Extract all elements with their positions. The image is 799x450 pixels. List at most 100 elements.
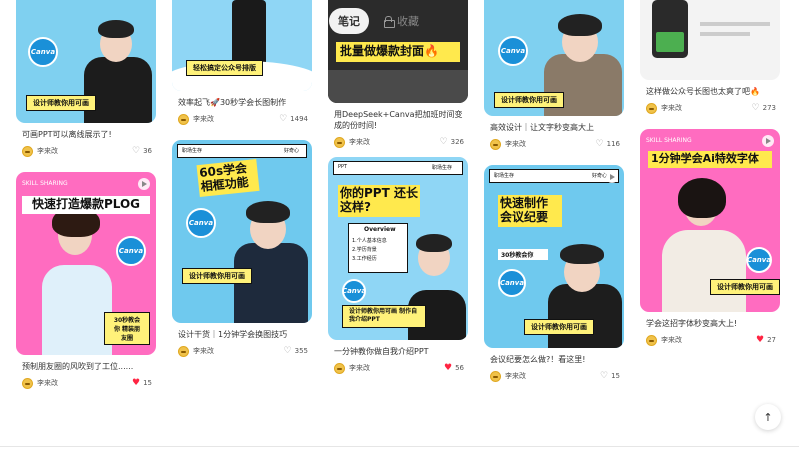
feed-column-5: 这样做公众号长图也太爽了吧🔥 李来改 ♡ 273 SKILL SHARING 1分… xyxy=(640,0,780,355)
lock-icon xyxy=(384,16,395,28)
heart-icon: ♥ xyxy=(132,377,141,388)
avatar xyxy=(646,102,657,114)
like-count: 1494 xyxy=(290,115,308,123)
cover-headline: 快速制作 会议纪要 xyxy=(498,195,562,227)
note-cover[interactable] xyxy=(640,0,780,80)
note-card[interactable]: SKILL SHARING 快速打造爆款PLOG Canva 30秒教会你 精装… xyxy=(16,172,156,390)
canva-logo-icon: Canva xyxy=(498,36,528,66)
author-link[interactable]: 李来改 xyxy=(490,370,526,382)
note-card[interactable]: Canva 设计师教你用可画 可画PPT可以离线展示了! 李来改 ♡ 36 xyxy=(16,0,156,158)
note-meta: 李来改 ♡ 1494 xyxy=(172,112,312,126)
note-title[interactable]: 设计干货｜1分钟学会换图技巧 xyxy=(178,329,310,340)
note-cover[interactable]: 职场生存 好奇心 60s学会 相框功能 Canva 设计师教你用可画 xyxy=(172,140,312,323)
note-card[interactable]: 职场生存 好奇心 60s学会 相框功能 Canva 设计师教你用可画 设计干货｜… xyxy=(172,140,312,358)
avatar xyxy=(646,334,657,346)
tab-favorites-label: 收藏 xyxy=(397,15,419,28)
note-cover[interactable]: PPT 职场生存 你的PPT 还长这样? Overview 1.个人基本信息 2… xyxy=(328,157,468,340)
note-card[interactable]: SKILL SHARING 1分钟学会Ai特效字体 Canva 设计师教你用可画… xyxy=(640,129,780,347)
canva-logo-icon: Canva xyxy=(28,37,58,67)
author-link[interactable]: 李来改 xyxy=(490,138,526,150)
note-title[interactable]: 学会这招字体秒变高大上! xyxy=(646,318,778,329)
note-meta: 李来改 ♡ 36 xyxy=(16,144,156,158)
cover-strip-text: 设计师教你用可画 xyxy=(182,268,252,284)
list-item: 3.工作经历 xyxy=(352,256,377,262)
like-count: 326 xyxy=(450,138,464,146)
cover-headline: 60s学会 相框功能 xyxy=(196,158,260,197)
cover-headline: 1分钟学会Ai特效字体 xyxy=(648,151,772,168)
note-card[interactable]: 这样做公众号长图也太爽了吧🔥 李来改 ♡ 273 xyxy=(640,0,780,115)
heart-icon: ♡ xyxy=(279,113,288,124)
canva-logo-icon: Canva xyxy=(186,208,216,238)
feed-column-3: 批量做爆款封面🔥 用DeepSeek+Canva把加班时间变成的份时间! 李来改… xyxy=(328,0,468,383)
feed-column-2: 轻松搞定公众号排版 效率起飞🚀30秒学会长图制作 李来改 ♡ 1494 职场生存 … xyxy=(172,0,312,366)
tab-notes[interactable]: 笔记 xyxy=(329,8,369,34)
note-card[interactable]: 职场生存 好奇心 快速制作 会议纪要 30秒教会你 Canva 设计师教你用可画… xyxy=(484,165,624,383)
author-name: 李来改 xyxy=(349,364,370,372)
author-link[interactable]: 李来改 xyxy=(22,145,58,157)
tab-bar: 笔记 收藏 xyxy=(329,8,428,34)
heart-icon: ♡ xyxy=(439,136,448,147)
note-card[interactable]: PPT 职场生存 你的PPT 还长这样? Overview 1.个人基本信息 2… xyxy=(328,157,468,375)
like-button[interactable]: ♥ 56 xyxy=(444,362,464,373)
note-title[interactable]: 高效设计｜让文字秒变高大上 xyxy=(490,122,622,133)
like-button[interactable]: ♡ 326 xyxy=(439,136,464,147)
author-link[interactable]: 李来改 xyxy=(646,334,682,346)
canva-logo-icon: Canva xyxy=(498,269,526,297)
like-count: 273 xyxy=(762,104,776,112)
like-button[interactable]: ♡ 36 xyxy=(132,146,152,156)
heart-icon: ♥ xyxy=(444,362,453,373)
author-name: 李来改 xyxy=(193,115,214,123)
note-title[interactable]: 一分钟教你做自我介绍PPT xyxy=(334,346,466,357)
back-to-top-button[interactable]: ↑ xyxy=(755,404,781,430)
like-count: 15 xyxy=(611,372,620,380)
cover-strip-text: 设计师教你用可画 xyxy=(26,95,96,111)
like-button[interactable]: ♡ 1494 xyxy=(279,113,308,124)
note-cover[interactable]: 轻松搞定公众号排版 xyxy=(172,0,312,91)
note-cover[interactable]: Canva 设计师教你用可画 xyxy=(484,0,624,116)
cover-label-right: 职场生存 xyxy=(432,165,453,171)
note-title[interactable]: 可画PPT可以离线展示了! xyxy=(22,129,154,140)
author-link[interactable]: 李来改 xyxy=(646,102,682,114)
page-divider xyxy=(0,446,799,447)
cover-label-right: 好奇心 xyxy=(284,148,300,154)
note-cover[interactable]: Canva 设计师教你用可画 xyxy=(16,0,156,123)
like-button[interactable]: ♡ 15 xyxy=(600,371,620,381)
like-button[interactable]: ♡ 355 xyxy=(284,346,308,356)
feed-column-4: Canva 设计师教你用可画 高效设计｜让文字秒变高大上 李来改 ♡ 116 职场… xyxy=(484,0,624,391)
note-title[interactable]: 预制朋友圈的风吹到了工位...... xyxy=(22,361,154,372)
note-title[interactable]: 用DeepSeek+Canva把加班时间变成的份时间! xyxy=(334,109,466,131)
video-icon xyxy=(606,171,618,183)
note-title[interactable]: 这样做公众号长图也太爽了吧🔥 xyxy=(646,86,778,97)
like-button[interactable]: ♥ 15 xyxy=(132,377,152,388)
note-cover[interactable]: 职场生存 好奇心 快速制作 会议纪要 30秒教会你 Canva 设计师教你用可画 xyxy=(484,165,624,348)
note-card[interactable]: 轻松搞定公众号排版 效率起飞🚀30秒学会长图制作 李来改 ♡ 1494 xyxy=(172,0,312,126)
like-button[interactable]: ♡ 116 xyxy=(596,139,620,149)
feed-column-1: Canva 设计师教你用可画 可画PPT可以离线展示了! 李来改 ♡ 36 SKI… xyxy=(16,0,156,398)
tab-favorites[interactable]: 收藏 xyxy=(375,8,428,34)
author-name: 李来改 xyxy=(505,140,526,148)
cover-sub-text: SKILL SHARING xyxy=(22,180,68,187)
like-count: 355 xyxy=(294,347,308,355)
arrow-up-icon: ↑ xyxy=(763,410,773,424)
note-card[interactable]: Canva 设计师教你用可画 高效设计｜让文字秒变高大上 李来改 ♡ 116 xyxy=(484,0,624,151)
cover-subtext: 30秒教会你 xyxy=(498,249,548,260)
note-title[interactable]: 会议纪要怎么做?！看这里! xyxy=(490,354,622,365)
canva-logo-icon: Canva xyxy=(116,236,146,266)
like-button[interactable]: ♡ 273 xyxy=(752,103,776,113)
like-count: 15 xyxy=(143,379,152,387)
author-link[interactable]: 李来改 xyxy=(334,136,370,148)
note-cover[interactable]: SKILL SHARING 快速打造爆款PLOG Canva 30秒教会你 精装… xyxy=(16,172,156,355)
like-button[interactable]: ♥ 27 xyxy=(756,335,776,345)
author-link[interactable]: 李来改 xyxy=(22,377,58,389)
author-name: 李来改 xyxy=(661,104,682,112)
note-cover[interactable]: SKILL SHARING 1分钟学会Ai特效字体 Canva 设计师教你用可画 xyxy=(640,129,780,312)
list-title: Overview xyxy=(364,226,396,233)
notes-page: 笔记 收藏 Canva 设计师教你用可画 可画PPT可以离线展示了! 李来改 ♡… xyxy=(0,0,799,450)
author-name: 李来改 xyxy=(193,347,214,355)
list-item: 1.个人基本信息 xyxy=(352,238,387,244)
note-title[interactable]: 效率起飞🚀30秒学会长图制作 xyxy=(178,97,310,108)
author-link[interactable]: 李来改 xyxy=(178,113,214,125)
author-link[interactable]: 李来改 xyxy=(334,362,370,374)
author-link[interactable]: 李来改 xyxy=(178,345,214,357)
note-meta: 李来改 ♡ 15 xyxy=(484,369,624,383)
